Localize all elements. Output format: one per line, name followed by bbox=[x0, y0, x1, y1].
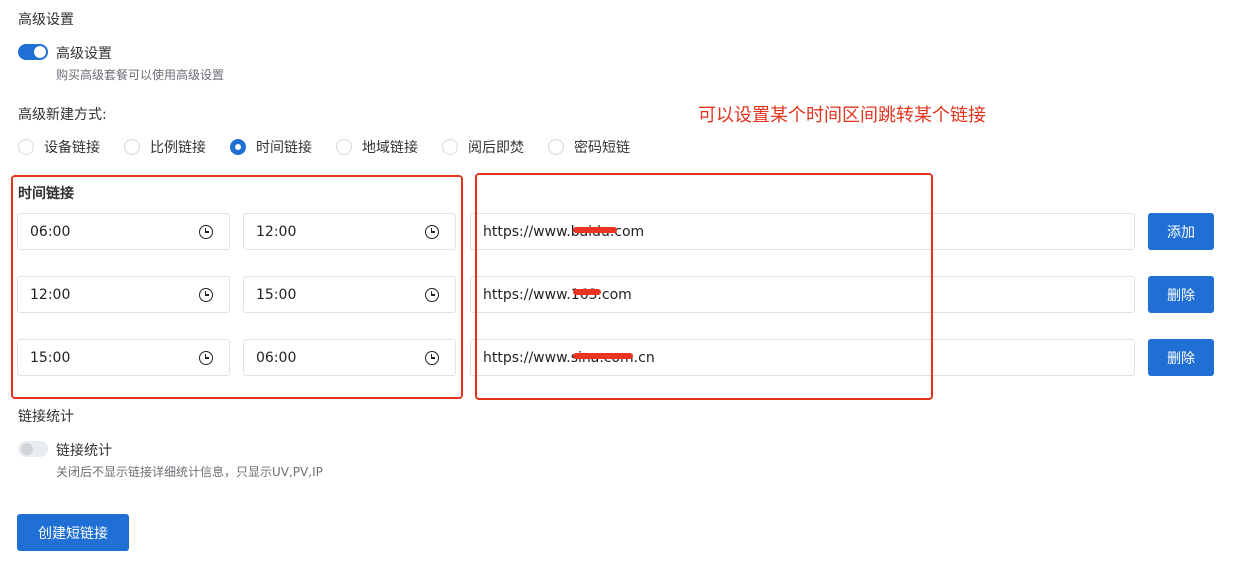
advanced-section-title: 高级设置 bbox=[18, 12, 74, 28]
toggle-knob bbox=[21, 443, 33, 455]
radio-circle-checked[interactable] bbox=[230, 139, 246, 155]
stats-toggle[interactable] bbox=[18, 441, 48, 457]
radio-time-link[interactable]: 时间链接 bbox=[230, 137, 312, 157]
radio-password-link[interactable]: 密码短链 bbox=[548, 137, 630, 157]
radio-device-link[interactable]: 设备链接 bbox=[18, 137, 100, 157]
radio-label: 密码短链 bbox=[574, 140, 630, 156]
radio-circle[interactable] bbox=[336, 139, 352, 155]
annotation-text: 可以设置某个时间区间跳转某个链接 bbox=[698, 105, 986, 126]
stats-hint: 关闭后不显示链接详细统计信息，只显示UV,PV,IP bbox=[56, 465, 323, 479]
delete-button[interactable]: 删除 bbox=[1148, 276, 1214, 313]
radio-circle[interactable] bbox=[18, 139, 34, 155]
delete-button[interactable]: 删除 bbox=[1148, 339, 1214, 376]
radio-label: 阅后即焚 bbox=[468, 140, 524, 156]
stats-section-title: 链接统计 bbox=[18, 409, 74, 425]
radio-region-link[interactable]: 地域链接 bbox=[336, 137, 418, 157]
radio-label: 设备链接 bbox=[44, 140, 100, 156]
radio-burn-after-reading[interactable]: 阅后即焚 bbox=[442, 137, 524, 157]
mode-label: 高级新建方式: bbox=[18, 107, 107, 123]
advanced-toggle-label: 高级设置 bbox=[56, 46, 112, 62]
add-button[interactable]: 添加 bbox=[1148, 213, 1214, 250]
radio-label: 比例链接 bbox=[150, 140, 206, 156]
radio-label: 地域链接 bbox=[362, 140, 418, 156]
stats-toggle-label: 链接统计 bbox=[56, 443, 112, 459]
radio-ratio-link[interactable]: 比例链接 bbox=[124, 137, 206, 157]
radio-circle[interactable] bbox=[548, 139, 564, 155]
radio-circle[interactable] bbox=[442, 139, 458, 155]
create-short-link-button[interactable]: 创建短链接 bbox=[17, 514, 129, 551]
radio-circle[interactable] bbox=[124, 139, 140, 155]
radio-label: 时间链接 bbox=[256, 140, 312, 156]
url-highlight bbox=[475, 173, 933, 400]
mode-radio-group: 设备链接 比例链接 时间链接 地域链接 阅后即焚 密码短链 bbox=[18, 137, 654, 157]
toggle-knob bbox=[34, 46, 46, 58]
advanced-hint: 购买高级套餐可以使用高级设置 bbox=[56, 68, 225, 82]
time-range-highlight bbox=[11, 175, 463, 399]
advanced-toggle[interactable] bbox=[18, 44, 48, 60]
